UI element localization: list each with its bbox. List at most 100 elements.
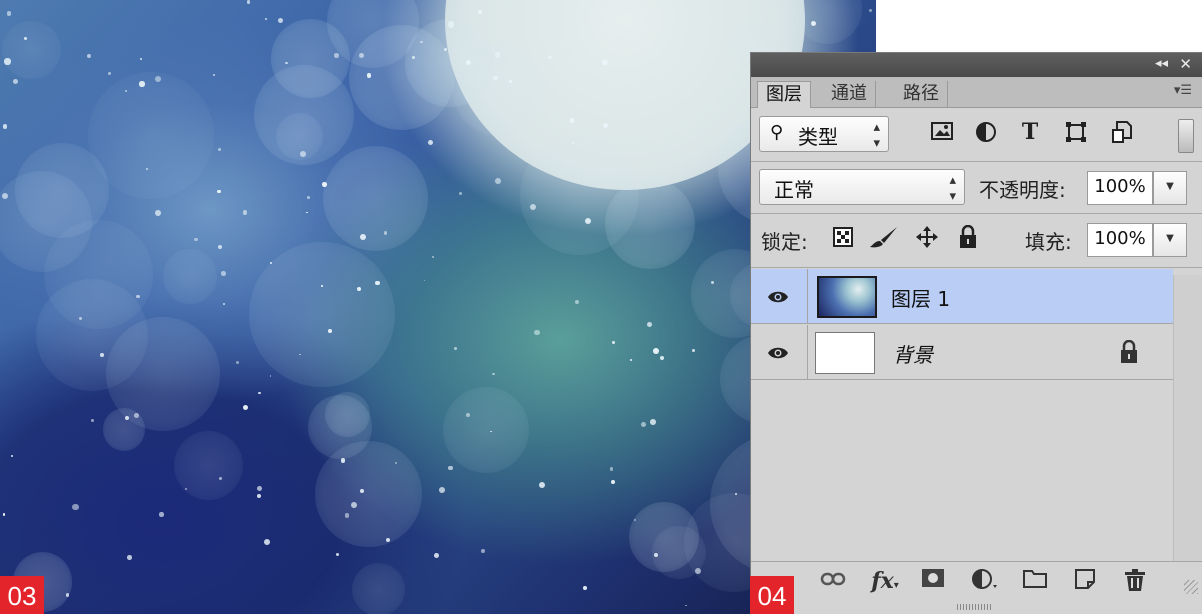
- snow-particle: [2, 513, 5, 516]
- opacity-input[interactable]: 100%: [1087, 171, 1153, 205]
- filter-toggle-switch[interactable]: [1178, 119, 1194, 153]
- close-icon[interactable]: ✕: [1179, 55, 1192, 73]
- snow-particle: [12, 79, 18, 85]
- image-filter-icon[interactable]: [927, 121, 957, 148]
- collapse-icon[interactable]: ◂◂: [1155, 56, 1168, 71]
- type-filter-icon[interactable]: T: [1015, 119, 1045, 145]
- snow-particle: [242, 210, 247, 215]
- snow-particle: [321, 284, 323, 287]
- layers-panel: ◂◂ ✕ 图层 通道 路径 ▾☰ ⚲ 类型 ▴ ▾ T 正常 ▴ ▾ 不透明度: 1…: [750, 52, 1202, 614]
- filter-kind-label: 类型: [798, 125, 838, 149]
- layer-row-layer1[interactable]: 图层 1: [751, 269, 1173, 324]
- divider: [751, 213, 1202, 214]
- snow-particle: [428, 140, 434, 146]
- snow-particle: [107, 71, 111, 75]
- fill-input[interactable]: 100%: [1087, 223, 1153, 257]
- adjustment-layer-icon[interactable]: [969, 568, 1001, 596]
- snow-particle: [4, 58, 11, 65]
- tab-paths[interactable]: 路径: [895, 81, 948, 107]
- snow-particle: [140, 57, 143, 60]
- fill-dropdown-button[interactable]: ▼: [1153, 223, 1187, 257]
- snow-particle: [629, 358, 632, 362]
- layers-bottom-toolbar: fx▾: [751, 561, 1202, 614]
- filter-kind-select[interactable]: ⚲ 类型 ▴ ▾: [759, 116, 889, 152]
- snow-particle: [685, 604, 687, 607]
- opacity-label: 不透明度:: [979, 178, 1066, 202]
- snow-particle: [159, 512, 164, 517]
- snow-particle: [91, 419, 95, 423]
- lock-image-pixels-icon[interactable]: [867, 225, 901, 256]
- add-mask-icon[interactable]: [917, 568, 949, 594]
- adjustment-filter-icon[interactable]: [971, 121, 1001, 150]
- lock-all-icon[interactable]: [953, 224, 983, 256]
- bokeh-circle: [102, 408, 146, 452]
- tab-layers[interactable]: 图层: [757, 81, 811, 108]
- snow-particle: [433, 552, 439, 558]
- snow-particle: [529, 203, 537, 210]
- snow-particle: [538, 482, 545, 489]
- snow-particle: [492, 372, 495, 376]
- search-icon: ⚲: [770, 122, 784, 143]
- snow-particle: [336, 552, 340, 556]
- lock-position-icon[interactable]: [911, 225, 943, 256]
- fill-label: 填充:: [1025, 230, 1072, 254]
- delete-layer-icon[interactable]: [1119, 568, 1151, 598]
- bokeh-circle: [2, 20, 61, 80]
- blend-mode-value: 正常: [774, 178, 814, 202]
- panel-titlebar: ◂◂ ✕: [751, 53, 1202, 77]
- smart-object-filter-icon[interactable]: [1107, 121, 1137, 150]
- snow-particle: [218, 147, 222, 152]
- tab-channels[interactable]: 通道: [823, 81, 876, 107]
- snow-particle: [285, 62, 288, 65]
- spinner-icon: ▴ ▾: [949, 173, 956, 204]
- layer-name[interactable]: 背景: [893, 339, 933, 368]
- snow-particle: [420, 40, 423, 44]
- snow-particle: [257, 486, 263, 492]
- snow-particle: [454, 347, 457, 351]
- snow-particle: [646, 321, 653, 328]
- new-group-icon[interactable]: [1019, 568, 1051, 594]
- snow-particle: [334, 53, 339, 58]
- snow-particle: [650, 418, 656, 425]
- snow-particle: [659, 355, 664, 360]
- snow-particle: [810, 20, 816, 26]
- snow-particle: [609, 467, 614, 471]
- panel-menu-icon[interactable]: ▾☰: [1174, 83, 1192, 98]
- eye-icon[interactable]: [767, 341, 789, 365]
- opacity-dropdown-button[interactable]: ▼: [1153, 171, 1187, 205]
- divider: [751, 267, 1202, 268]
- eye-icon[interactable]: [767, 285, 789, 309]
- snow-particle: [328, 329, 332, 334]
- blend-mode-select[interactable]: 正常 ▴ ▾: [759, 169, 965, 205]
- snow-particle: [692, 349, 695, 352]
- panel-drag-handle[interactable]: [957, 604, 993, 610]
- link-layers-icon[interactable]: [817, 568, 849, 593]
- fx-icon[interactable]: fx▾: [869, 568, 901, 594]
- layer-thumbnail: [815, 332, 875, 374]
- resize-grip[interactable]: [1184, 580, 1198, 594]
- new-layer-icon[interactable]: [1069, 568, 1101, 596]
- panel-tabs: 图层 通道 路径 ▾☰: [751, 77, 1202, 108]
- snow-particle: [340, 457, 346, 463]
- snow-particle: [246, 0, 251, 4]
- lock-label: 锁定:: [761, 230, 808, 254]
- snow-particle: [612, 340, 616, 345]
- snow-particle: [448, 465, 453, 471]
- snow-particle: [125, 89, 128, 92]
- shape-filter-icon[interactable]: [1061, 121, 1091, 150]
- snow-particle: [6, 11, 12, 16]
- snow-particle: [548, 55, 552, 60]
- layers-scrollbar[interactable]: [1173, 275, 1202, 575]
- layer-row-background[interactable]: 背景: [751, 325, 1173, 380]
- snow-particle: [653, 347, 660, 354]
- snow-particle: [221, 271, 227, 277]
- layer-name[interactable]: 图层 1: [891, 283, 950, 312]
- snow-particle: [218, 245, 222, 250]
- bokeh-circle: [443, 386, 530, 473]
- visibility-column: [751, 325, 808, 379]
- bokeh-circle: [162, 249, 218, 305]
- bokeh-circle: [323, 146, 429, 252]
- snow-particle: [583, 586, 588, 590]
- lock-transparent-pixels-icon[interactable]: [829, 227, 857, 254]
- snow-particle: [11, 455, 14, 458]
